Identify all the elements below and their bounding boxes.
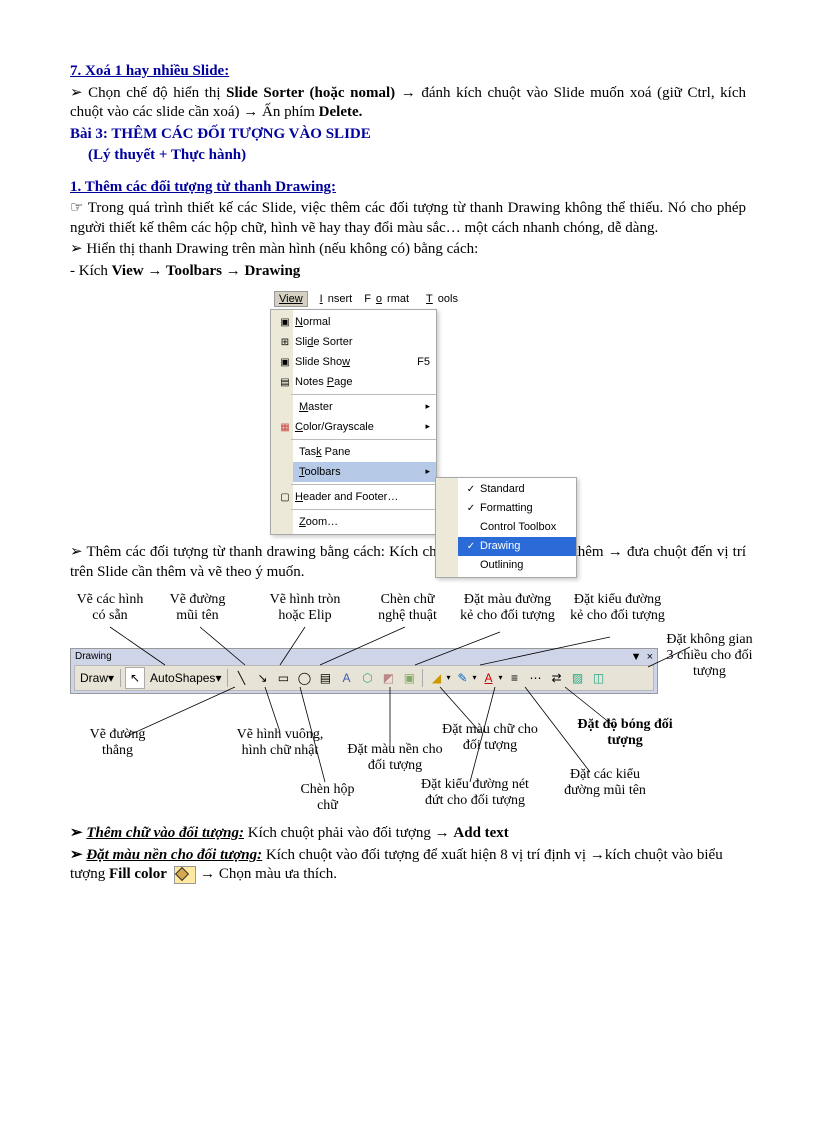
- show-icon: ▣: [275, 356, 295, 369]
- menubar: View IInsertnsert Format Tools: [270, 289, 590, 309]
- btn-arrowstyle[interactable]: ⇄: [548, 668, 566, 688]
- btn-shadow[interactable]: ▨: [569, 668, 587, 688]
- after-menu-text: ➢ Thêm các đối tượng từ thanh drawing bằ…: [70, 543, 746, 582]
- color-icon: ▦: [275, 421, 295, 434]
- btn-clipart[interactable]: ◩: [379, 668, 397, 688]
- drawing-toolbar: Drawing ▼ × Draw ▾ ↖ AutoShapes ▾ ╲ ↘ ▭ …: [70, 648, 658, 694]
- menu-headerfooter[interactable]: ▢Header and Footer…: [293, 487, 436, 507]
- btn-picture[interactable]: ▣: [400, 668, 418, 688]
- document-body: 7. Xoá 1 hay nhiều Slide: ➢ Chọn chế độ …: [70, 62, 746, 885]
- notes-icon: ▤: [275, 376, 295, 389]
- sub-formatting[interactable]: ✓Formatting: [458, 499, 576, 518]
- callout-arrowline: Vẽ đường mũi tên: [160, 592, 235, 624]
- btn-line[interactable]: ╲: [232, 668, 250, 688]
- section1-p3: - Kích View → Toolbars → Drawing: [70, 262, 746, 282]
- footer-addtext: ➢ Thêm chữ vào đối tượng: Kích chuột phả…: [70, 824, 746, 844]
- menu-notespage[interactable]: ▤Notes Page: [293, 372, 436, 392]
- section7-text: ➢ Chọn chế độ hiển thị Slide Sorter (hoặ…: [70, 84, 746, 123]
- menu-format[interactable]: Format: [359, 291, 414, 307]
- callout-fillcolor: Đặt màu nền cho đối tượng: [345, 742, 445, 774]
- btn-fontcolor[interactable]: A: [480, 668, 498, 688]
- view-dropdown: ▣Normal ⊞Slide Sorter ▣Slide ShowF5 ▤Not…: [270, 309, 437, 535]
- menu-normal[interactable]: ▣Normal: [293, 312, 436, 332]
- btn-textbox[interactable]: ▤: [316, 668, 334, 688]
- menu-zoom[interactable]: Zoom…: [293, 512, 436, 532]
- footer-fillcolor: ➢ Đặt màu nền cho đối tượng: Kích chuột …: [70, 846, 746, 885]
- callout-linestyle: Đặt kiểu đường kẻ cho đối tượng: [570, 592, 665, 624]
- menu-toolbars[interactable]: Toolbars: [293, 462, 436, 482]
- sub-outlining[interactable]: Outlining: [458, 556, 576, 575]
- callout-dashstyle: Đặt kiểu đường nét đứt cho đối tượng: [420, 777, 530, 809]
- toolbar-title: Drawing: [75, 650, 112, 663]
- section7-heading: 7. Xoá 1 hay nhiều Slide:: [70, 62, 746, 82]
- normal-icon: ▣: [275, 316, 295, 329]
- toolbars-submenu: ✓Standard ✓Formatting Control Toolbox ✓D…: [435, 477, 577, 578]
- toolbar-close[interactable]: ▼ ×: [631, 650, 654, 664]
- btn-dashstyle[interactable]: ⋯: [527, 668, 545, 688]
- callout-linecolor: Đặt màu đường kẻ cho đối tượng: [460, 592, 555, 624]
- callout-3d: Đặt không gian 3 chiều cho đối tượng: [662, 632, 757, 680]
- toolbar-diagram: Drawing ▼ × Draw ▾ ↖ AutoShapes ▾ ╲ ↘ ▭ …: [70, 592, 746, 822]
- section1-heading: 1. Thêm các đối tượng từ thanh Drawing:: [70, 178, 746, 198]
- section1-p2: ➢ Hiển thị thanh Drawing trên màn hình (…: [70, 240, 746, 260]
- btn-linestyle[interactable]: ≡: [506, 668, 524, 688]
- btn-fillcolor[interactable]: ◢: [427, 668, 445, 688]
- menu-screenshot: View IInsertnsert Format Tools ▣Normal ⊞…: [270, 289, 590, 535]
- btn-rect[interactable]: ▭: [274, 668, 292, 688]
- menu-slidesorter[interactable]: ⊞Slide Sorter: [293, 332, 436, 352]
- callout-autoshapes: Vẽ các hình có sẵn: [70, 592, 150, 624]
- header-icon: ▢: [275, 491, 295, 504]
- btn-autoshapes[interactable]: AutoShapes ▾: [148, 668, 223, 688]
- callout-line: Vẽ đường thẳng: [80, 727, 155, 759]
- btn-select[interactable]: ↖: [125, 667, 145, 689]
- menu-colorgray[interactable]: ▦Color/Grayscale: [293, 417, 436, 437]
- bai3-heading: Bài 3: THÊM CÁC ĐỐI TƯỢNG VÀO SLIDE: [70, 125, 746, 145]
- menu-master[interactable]: Master: [293, 397, 436, 417]
- menu-tools[interactable]: Tools: [416, 291, 463, 307]
- btn-arrow[interactable]: ↘: [253, 668, 271, 688]
- sub-drawing[interactable]: ✓Drawing: [458, 537, 576, 556]
- callout-shadow: Đặt độ bóng đối tượng: [570, 717, 680, 749]
- bai3-sub: (Lý thuyết + Thực hành): [88, 146, 746, 166]
- menu-view[interactable]: View: [274, 291, 308, 307]
- btn-wordart[interactable]: A: [337, 668, 355, 688]
- section1-p1: ☞ Trong quá trình thiết kế các Slide, vi…: [70, 199, 746, 238]
- menu-insert[interactable]: IInsertnsert: [310, 291, 358, 307]
- sub-standard[interactable]: ✓Standard: [458, 480, 576, 499]
- btn-3d[interactable]: ◫: [590, 668, 608, 688]
- callout-arrowstyle: Đặt các kiểu đường mũi tên: [555, 767, 655, 799]
- menu-taskpane[interactable]: Task Pane: [293, 442, 436, 462]
- btn-draw[interactable]: Draw ▾: [78, 668, 116, 688]
- callout-rect: Vẽ hình vuông, hình chữ nhật: [230, 727, 330, 759]
- callout-fontcolor: Đặt màu chữ cho đối tượng: [440, 722, 540, 754]
- btn-oval[interactable]: ◯: [295, 668, 313, 688]
- fillcolor-icon: [174, 866, 196, 884]
- callout-textbox: Chèn hộp chữ: [290, 782, 365, 814]
- btn-diagram[interactable]: ⬡: [358, 668, 376, 688]
- btn-linecolor[interactable]: ✎: [453, 668, 471, 688]
- sorter-icon: ⊞: [275, 336, 295, 349]
- sub-control[interactable]: Control Toolbox: [458, 518, 576, 537]
- callout-oval: Vẽ hình tròn hoặc Elip: [260, 592, 350, 624]
- menu-slideshow[interactable]: ▣Slide ShowF5: [293, 352, 436, 372]
- callout-wordart: Chèn chữ nghệ thuật: [370, 592, 445, 624]
